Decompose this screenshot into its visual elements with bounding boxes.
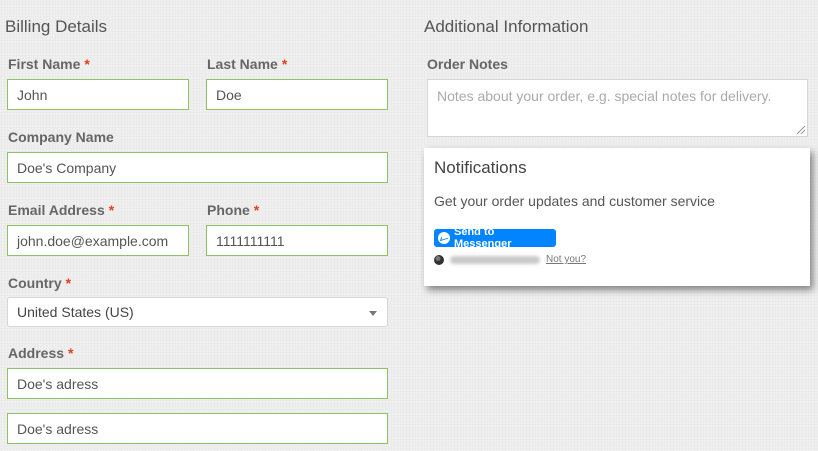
notifications-card: Notifications Get your order updates and…: [424, 148, 810, 286]
last-name-label: Last Name *: [207, 56, 287, 72]
phone-input[interactable]: 1111111111: [206, 225, 388, 256]
company-name-value: Doe's Company: [17, 159, 117, 176]
last-name-value: Doe: [216, 86, 242, 103]
country-label: Country *: [8, 275, 71, 291]
required-mark: *: [281, 56, 288, 72]
additional-information-title: Additional Information: [424, 17, 589, 36]
phone-label: Phone *: [207, 202, 259, 218]
phone-label-text: Phone: [207, 202, 250, 218]
country-select[interactable]: United States (US): [7, 297, 388, 327]
blurred-user-name: [450, 255, 540, 264]
send-to-messenger-button[interactable]: Send to Messenger: [434, 226, 556, 250]
resize-handle-icon[interactable]: [797, 126, 805, 134]
billing-details-title: Billing Details: [5, 17, 108, 36]
address-label: Address *: [8, 345, 73, 361]
order-notes-textarea[interactable]: Notes about your order, e.g. special not…: [427, 79, 808, 137]
first-name-input[interactable]: John: [7, 79, 189, 110]
last-name-label-text: Last Name: [207, 56, 278, 72]
required-mark: *: [65, 275, 72, 291]
company-name-label: Company Name: [8, 129, 114, 145]
email-value: john.doe@example.com: [17, 232, 169, 249]
last-name-input[interactable]: Doe: [206, 79, 388, 110]
first-name-label-text: First Name: [8, 56, 81, 72]
company-name-input[interactable]: Doe's Company: [7, 152, 388, 183]
email-label-text: Email Address: [8, 202, 105, 218]
address-label-text: Address: [8, 345, 65, 361]
company-name-label-text: Company Name: [8, 129, 114, 145]
email-input[interactable]: john.doe@example.com: [7, 225, 189, 256]
phone-value: 1111111111: [216, 232, 285, 249]
notifications-text: Get your order updates and customer serv…: [434, 193, 715, 209]
messenger-icon: [438, 232, 450, 244]
required-mark: *: [68, 345, 74, 361]
email-label: Email Address *: [8, 202, 114, 218]
first-name-label: First Name *: [8, 56, 90, 72]
address-line2-value: Doe's adress: [17, 420, 99, 437]
not-you-link[interactable]: Not you?: [546, 254, 586, 265]
country-label-text: Country: [8, 275, 62, 291]
notifications-title: Notifications: [434, 158, 527, 177]
order-notes-label: Order Notes: [427, 56, 508, 72]
messenger-user-row: Not you?: [434, 254, 586, 265]
address-line2-input[interactable]: Doe's adress: [7, 413, 388, 444]
avatar: [434, 254, 444, 265]
required-mark: *: [84, 56, 90, 72]
address-line1-input[interactable]: Doe's adress: [7, 368, 388, 399]
order-notes-placeholder: Notes about your order, e.g. special not…: [437, 88, 772, 104]
send-to-messenger-label: Send to Messenger: [454, 226, 512, 250]
country-value: United States (US): [17, 304, 134, 320]
first-name-value: John: [17, 86, 48, 103]
required-mark: *: [108, 202, 115, 218]
required-mark: *: [253, 202, 260, 218]
address-line1-value: Doe's adress: [17, 375, 99, 392]
chevron-down-icon: [369, 311, 377, 316]
